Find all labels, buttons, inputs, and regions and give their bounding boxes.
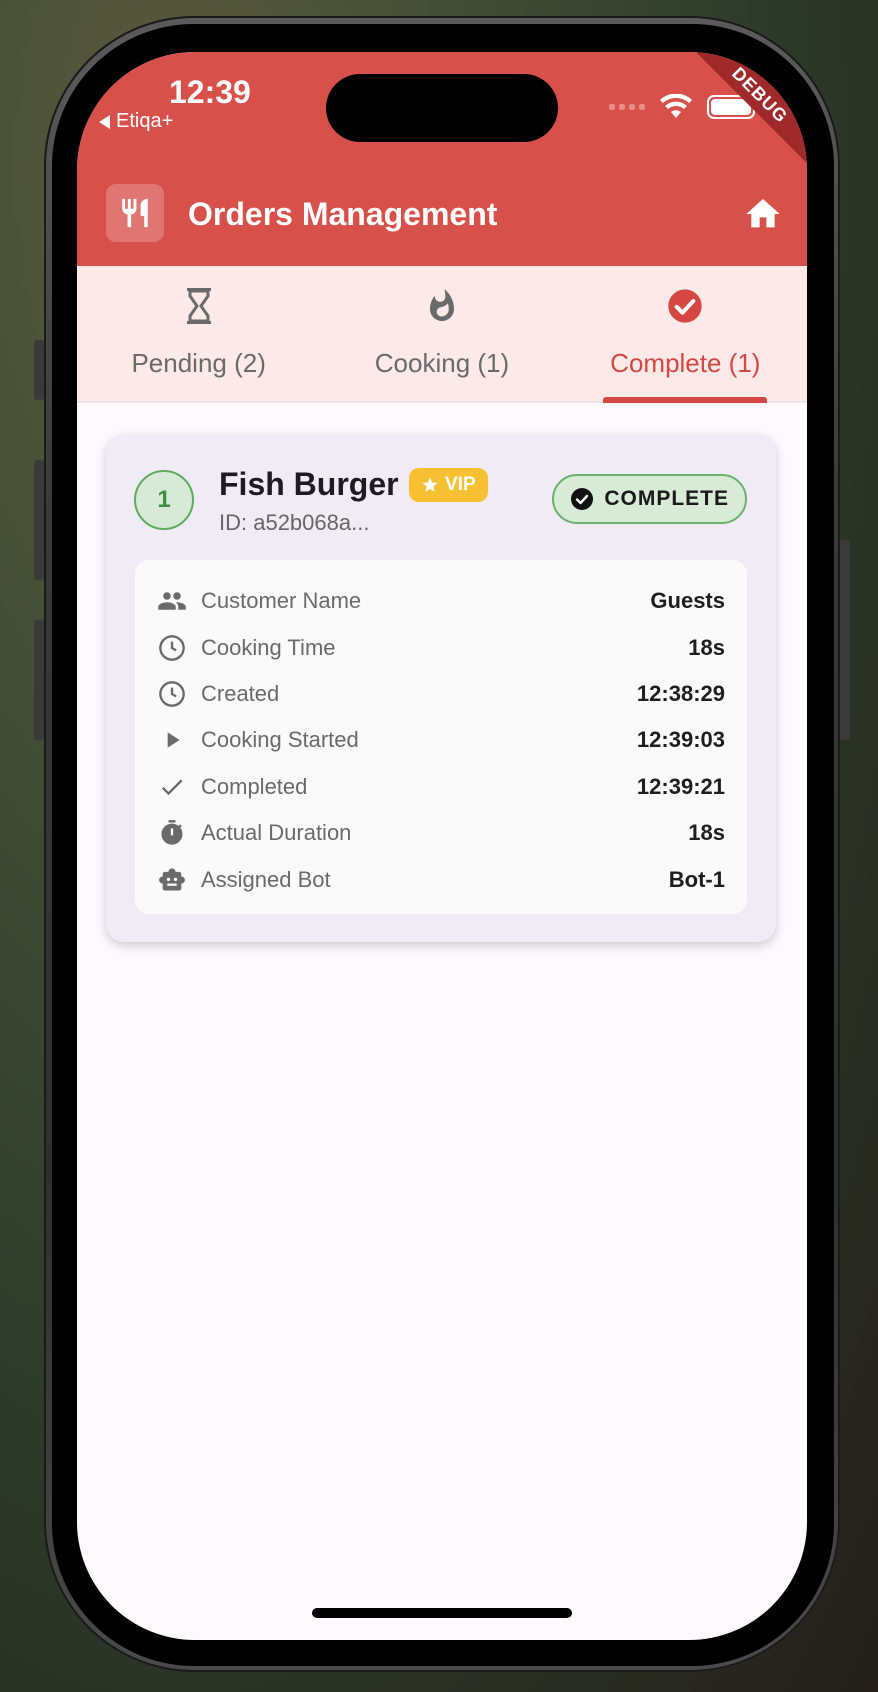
robot-icon <box>157 865 187 895</box>
order-item-name: Fish Burger <box>219 466 399 502</box>
order-card[interactable]: 1 Fish Burger VIP ID: a52b068a... COMPLE… <box>106 434 776 942</box>
restaurant-icon <box>106 184 164 242</box>
detail-value: 18s <box>688 820 725 846</box>
tab-pending-label: Pending (2) <box>131 348 266 378</box>
detail-label: Completed <box>201 773 308 799</box>
cellular-signal-icon <box>609 104 645 110</box>
home-button[interactable] <box>743 194 783 234</box>
flame-icon <box>422 286 462 326</box>
order-details: Customer Name Guests Cooking Time 18s Cr… <box>135 560 747 914</box>
home-icon <box>746 199 780 228</box>
people-icon <box>157 586 187 616</box>
play-icon <box>157 725 187 755</box>
dynamic-island <box>326 74 558 142</box>
star-icon <box>422 477 438 492</box>
detail-value: 12:38:29 <box>636 680 725 706</box>
power-button <box>840 540 850 740</box>
volume-down-button <box>34 620 44 740</box>
clock-icon <box>157 679 187 709</box>
page-title: Orders Management <box>188 196 498 232</box>
detail-row-created: Created 12:38:29 <box>157 671 725 717</box>
volume-up-button <box>34 460 44 580</box>
check-circle-icon <box>571 488 594 510</box>
app-header: 12:39 Etiqa+ DEBUG Orders Management <box>77 52 807 266</box>
vip-label: VIP <box>445 474 476 495</box>
tab-pending[interactable]: Pending (2) <box>77 266 320 401</box>
carrier-label: Etiqa+ <box>116 110 174 132</box>
check-circle-icon <box>665 286 705 326</box>
detail-row-cooking-started: Cooking Started 12:39:03 <box>157 717 725 763</box>
detail-value: 18s <box>688 634 725 660</box>
detail-value: Bot-1 <box>668 866 725 892</box>
tab-complete-label: Complete (1) <box>610 348 761 378</box>
detail-label: Cooking Started <box>201 727 359 753</box>
tab-active-indicator <box>603 397 768 403</box>
tab-cooking-label: Cooking (1) <box>374 348 510 378</box>
detail-value: 12:39:03 <box>636 727 725 753</box>
detail-label: Assigned Bot <box>201 866 331 892</box>
hourglass-icon <box>179 286 219 326</box>
back-triangle-icon <box>99 114 110 129</box>
tab-complete[interactable]: Complete (1) <box>564 266 807 403</box>
detail-value: Guests <box>650 588 725 614</box>
timer-icon <box>157 818 187 848</box>
detail-label: Created <box>201 680 280 706</box>
detail-value: 12:39:21 <box>636 773 725 799</box>
status-indicators <box>609 94 759 120</box>
check-icon <box>157 772 187 802</box>
status-time: 12:39 <box>169 74 251 110</box>
clock-icon <box>157 633 187 663</box>
order-id: ID: a52b068a... <box>219 510 370 535</box>
status-badge-label: COMPLETE <box>604 487 729 510</box>
detail-row-completed: Completed 12:39:21 <box>157 764 725 810</box>
detail-row-assigned-bot: Assigned Bot Bot-1 <box>157 856 725 902</box>
detail-row-cooking-time: Cooking Time 18s <box>157 624 725 670</box>
vip-badge: VIP <box>409 468 488 502</box>
wifi-icon <box>660 94 692 118</box>
detail-label: Cooking Time <box>201 634 336 660</box>
detail-row-actual-duration: Actual Duration 18s <box>157 810 725 856</box>
detail-label: Actual Duration <box>201 820 352 846</box>
status-tabs: Pending (2) Cooking (1) Complete (1) <box>77 266 807 403</box>
detail-label: Customer Name <box>201 588 362 614</box>
order-number-badge: 1 <box>134 470 194 530</box>
detail-row-customer-name: Customer Name Guests <box>157 578 725 624</box>
home-indicator[interactable] <box>312 1608 572 1618</box>
screen: 12:39 Etiqa+ DEBUG Orders Management Pen… <box>77 52 807 1640</box>
back-to-app-link[interactable]: Etiqa+ <box>99 110 173 133</box>
mute-switch <box>34 340 44 400</box>
status-badge: COMPLETE <box>552 474 747 524</box>
tab-cooking[interactable]: Cooking (1) <box>320 266 563 401</box>
